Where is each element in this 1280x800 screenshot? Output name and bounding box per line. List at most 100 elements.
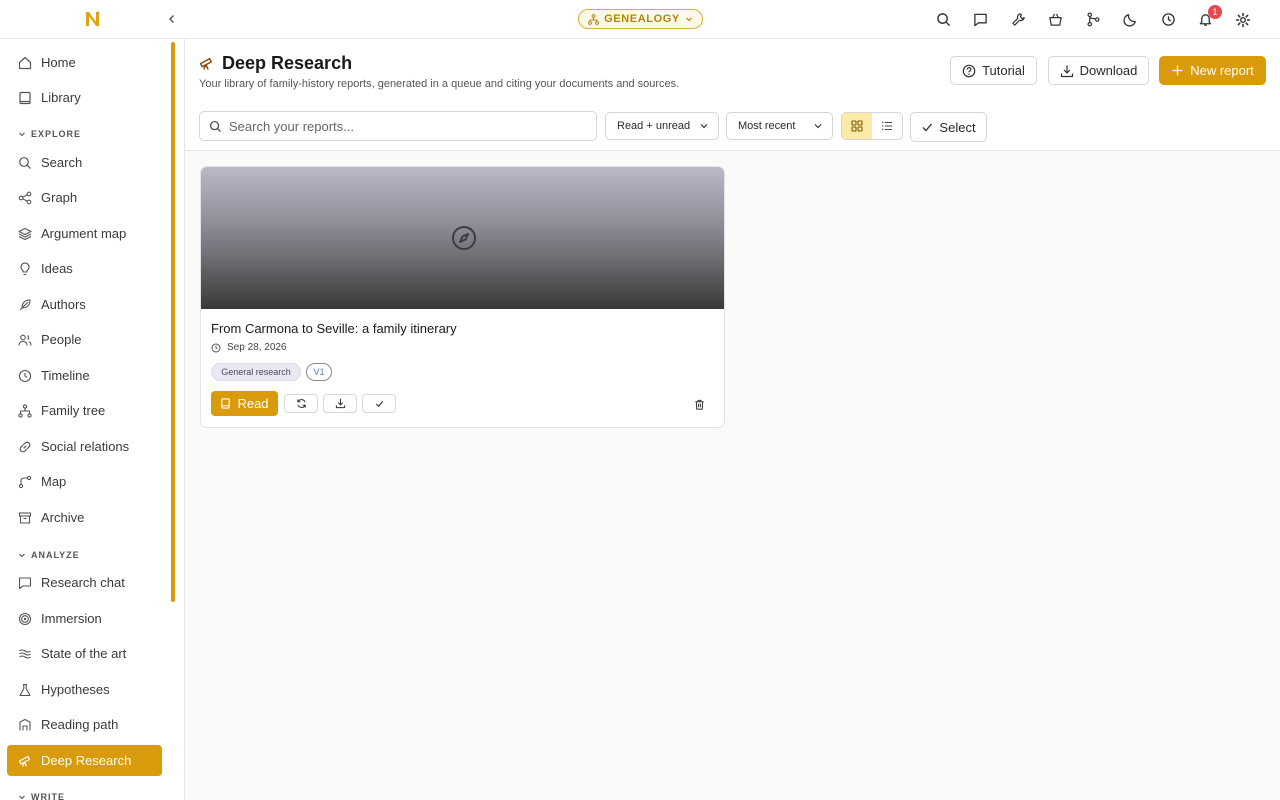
regenerate-report-button[interactable] — [284, 394, 318, 413]
report-card[interactable]: From Carmona to Seville: a family itiner… — [200, 166, 725, 428]
download-icon — [335, 398, 345, 409]
list-icon — [882, 121, 892, 131]
section-explore[interactable]: EXPLORE — [18, 129, 81, 139]
mark-read-button[interactable] — [362, 394, 396, 413]
section-analyze[interactable]: ANALYZE — [18, 550, 80, 560]
sidebar-item-research-chat[interactable]: Research chat — [7, 567, 162, 598]
workspace-selector[interactable]: GENEALOGY — [578, 9, 703, 29]
basket-button[interactable] — [1037, 0, 1075, 39]
chevron-left-icon — [169, 15, 174, 23]
sort-dropdown[interactable]: Most recent — [726, 112, 833, 140]
sidebar-item-label: Authors — [41, 297, 86, 312]
layers-icon — [18, 227, 32, 240]
chat-button[interactable] — [962, 0, 1000, 39]
sidebar-item-graph[interactable]: Graph — [7, 182, 162, 213]
merge-button[interactable] — [1075, 0, 1113, 39]
gear-icon — [1235, 12, 1251, 27]
tree-icon — [18, 403, 32, 418]
report-cover[interactable] — [201, 167, 724, 309]
clock-icon — [211, 343, 221, 352]
report-actions: Read — [211, 391, 716, 417]
chevron-down-icon — [19, 795, 25, 800]
sidebar-item-label: Library — [41, 90, 81, 105]
chat-icon — [974, 13, 988, 27]
tree-icon — [588, 13, 600, 25]
sidebar-item-label: Hypotheses — [41, 682, 110, 697]
sidebar-item-authors[interactable]: Authors — [7, 289, 162, 320]
delete-report-button[interactable] — [689, 394, 709, 414]
download-button[interactable]: Download — [1048, 56, 1149, 85]
target-icon — [18, 612, 32, 625]
sidebar-item-immersion[interactable]: Immersion — [7, 603, 162, 634]
sidebar-item-label: Research chat — [41, 575, 125, 590]
app-logo[interactable] — [84, 10, 102, 28]
sidebar-item-argument-map[interactable]: Argument map — [7, 218, 162, 249]
sidebar-item-map[interactable]: Map — [7, 466, 162, 497]
sidebar-item-library[interactable]: Library — [7, 82, 162, 113]
telescope-icon — [18, 755, 31, 767]
sidebar-item-home[interactable]: Home — [7, 47, 162, 78]
sidebar-item-people[interactable]: People — [7, 324, 162, 355]
sidebar-item-label: Map — [41, 474, 67, 489]
sidebar-item-search[interactable]: Search — [7, 147, 162, 178]
sidebar-item-label: Family tree — [41, 403, 106, 418]
main-content: Deep Research Your library of family-his… — [185, 39, 1280, 800]
select-button[interactable]: Select — [910, 112, 987, 142]
clock-icon — [1161, 13, 1175, 26]
moon-icon — [1123, 14, 1137, 27]
telescope-icon — [199, 57, 213, 70]
report-title[interactable]: From Carmona to Seville: a family itiner… — [211, 321, 457, 336]
plus-icon — [1172, 65, 1183, 76]
settings-button[interactable] — [1225, 0, 1263, 39]
lightbulb-icon — [20, 262, 30, 275]
merge-icon — [1087, 12, 1100, 27]
sidebar-item-label: Home — [41, 55, 76, 70]
sidebar: Home Library EXPLORE Search Graph Argume… — [0, 39, 185, 800]
read-report-button[interactable]: Read — [211, 391, 278, 416]
chevron-down-icon — [685, 17, 692, 22]
sidebar-scrollbar[interactable] — [171, 42, 175, 602]
sidebar-item-timeline[interactable]: Timeline — [7, 360, 162, 391]
sidebar-item-family-tree[interactable]: Family tree — [7, 395, 162, 426]
sidebar-item-archive[interactable]: Archive — [7, 502, 162, 533]
sidebar-item-label: Immersion — [41, 611, 102, 626]
top-bar: GENEALOGY 1 — [0, 0, 1280, 39]
compass-icon — [451, 226, 476, 250]
page-subtitle: Your library of family-history reports, … — [199, 78, 680, 90]
collapse-sidebar-button[interactable] — [164, 11, 180, 27]
home-icon — [18, 56, 32, 69]
check-icon — [375, 400, 383, 408]
history-button[interactable] — [1150, 0, 1188, 39]
sidebar-item-label: Graph — [41, 190, 78, 205]
search-input[interactable] — [229, 118, 569, 134]
sidebar-item-deep-research[interactable]: Deep Research — [7, 745, 162, 776]
dark-mode-toggle[interactable] — [1112, 0, 1150, 39]
sidebar-item-social-relations[interactable]: Social relations — [7, 431, 162, 462]
wrench-icon — [1012, 13, 1025, 26]
book-icon — [19, 91, 31, 104]
archive-icon — [18, 511, 32, 524]
tutorial-button[interactable]: Tutorial — [950, 56, 1037, 85]
tools-button[interactable] — [1000, 0, 1038, 39]
section-write[interactable]: WRITE — [18, 792, 65, 800]
sidebar-item-state-of-the-art[interactable]: State of the art — [7, 638, 162, 669]
sidebar-item-label: Reading path — [41, 717, 119, 732]
chevron-down-icon — [700, 124, 708, 129]
search-button[interactable] — [925, 0, 963, 39]
sidebar-item-label: Archive — [41, 510, 85, 525]
sidebar-item-reading-path[interactable]: Reading path — [7, 709, 162, 740]
report-date: Sep 28, 2026 — [211, 342, 287, 353]
sidebar-item-hypotheses[interactable]: Hypotheses — [7, 674, 162, 705]
list-view-button[interactable] — [872, 113, 902, 139]
notifications-button[interactable]: 1 — [1187, 0, 1225, 39]
read-filter-dropdown[interactable]: Read + unread — [605, 112, 719, 140]
report-search[interactable] — [199, 111, 597, 141]
reports-toolbar: Read + unread Most recent Select — [185, 101, 1280, 151]
sidebar-item-ideas[interactable]: Ideas — [7, 253, 162, 284]
sidebar-item-label: Deep Research — [41, 753, 132, 768]
help-circle-icon — [962, 64, 976, 77]
sidebar-item-label: Search — [41, 155, 83, 170]
download-report-button[interactable] — [323, 394, 357, 413]
new-report-button[interactable]: New report — [1159, 56, 1266, 85]
grid-view-button[interactable] — [842, 113, 872, 139]
